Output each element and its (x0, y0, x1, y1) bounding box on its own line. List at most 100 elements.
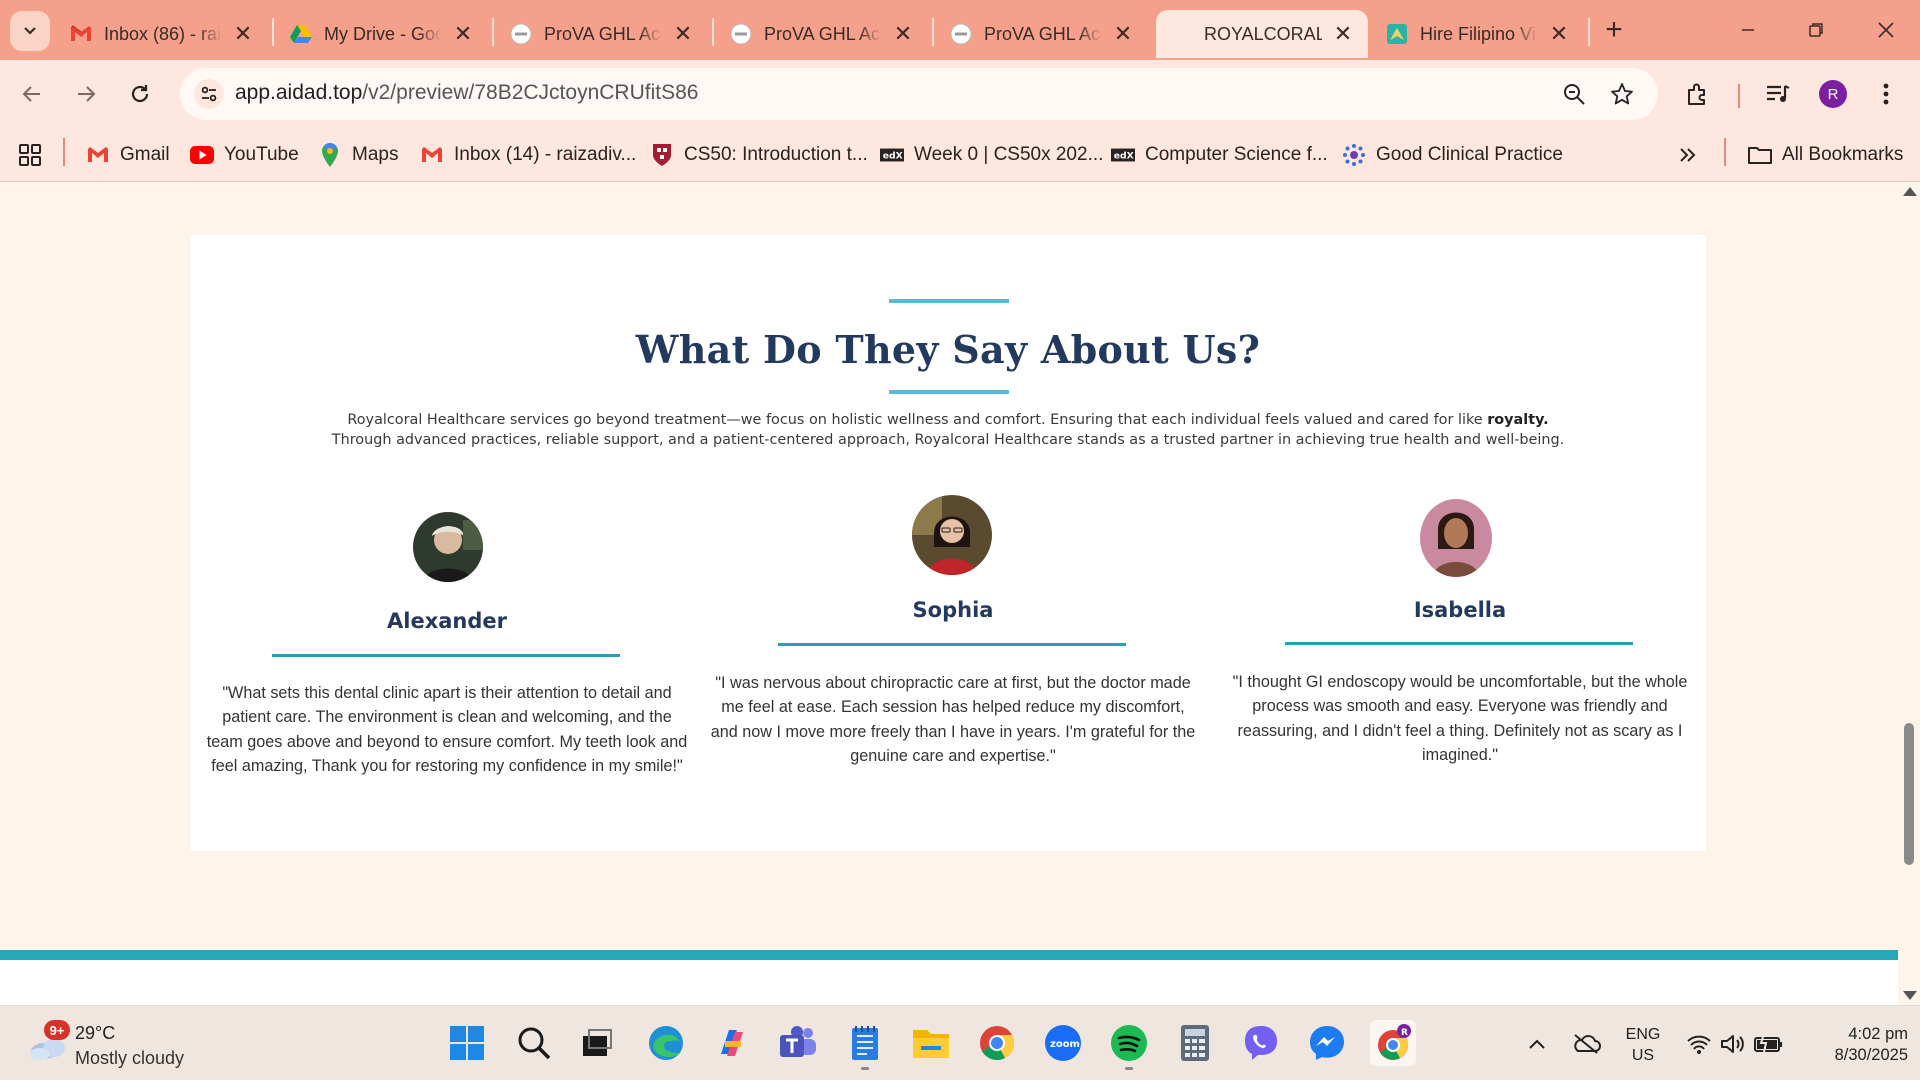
svg-text:zoom: zoom (1050, 1039, 1080, 1050)
testimonial-name: Alexander (387, 609, 507, 633)
kebab-menu-icon[interactable] (1868, 76, 1904, 112)
system-clock[interactable]: 4:02 pm 8/30/2025 (1798, 1024, 1908, 1066)
notepad-icon[interactable] (842, 1020, 888, 1070)
tab-google-drive[interactable]: My Drive - Google Drive ✕ (276, 10, 488, 58)
testimonials-section: What Do They Say About Us? Royalcoral He… (190, 235, 1706, 851)
calculator-icon[interactable] (1172, 1020, 1218, 1066)
bookmark-star-icon[interactable] (1608, 80, 1636, 108)
svg-text:edX: edX (1114, 151, 1134, 162)
close-window-button[interactable] (1856, 8, 1916, 52)
testimonial-card: Isabella "I thought GI endoscopy would b… (1216, 235, 1704, 851)
bookmark-good-clinical-practice[interactable]: Good Clinical Practice (1342, 140, 1563, 170)
zoom-icon[interactable]: zoom (1040, 1020, 1086, 1066)
windows-taskbar: 9+ 29°C Mostly cloudy zoom R ENG US 4:02… (0, 1005, 1920, 1080)
url-path: /v2/preview/78B2CJctoynCRUfitS86 (362, 81, 699, 104)
close-icon[interactable]: ✕ (672, 21, 694, 46)
toolbar-separator (1738, 84, 1740, 108)
reload-button[interactable] (120, 74, 160, 114)
edge-icon[interactable] (643, 1020, 689, 1066)
more-bookmarks-button[interactable] (1678, 140, 1698, 170)
tab-title: ProVA GHL Academy (544, 23, 662, 44)
bookmarks-separator (1724, 138, 1726, 166)
site-info-icon[interactable] (194, 79, 224, 109)
testimonial-quote: "I was nervous about chiropractic care a… (710, 674, 1196, 766)
footer-accent-bar (0, 950, 1898, 960)
teams-icon[interactable] (775, 1020, 821, 1066)
scroll-up-arrow-icon[interactable] (1903, 187, 1917, 196)
url-text[interactable]: app.aidad.top/v2/preview/78B2CJctoynCRUf… (235, 81, 698, 105)
extensions-icon[interactable] (1680, 76, 1716, 112)
page-viewport: What Do They Say About Us? Royalcoral He… (0, 183, 1898, 1005)
spotify-icon[interactable] (1106, 1020, 1152, 1070)
tab-title: Hire Filipino Virtual Assistants (1420, 23, 1538, 44)
task-view-icon[interactable] (574, 1020, 620, 1066)
weather-widget[interactable]: 9+ 29°C Mostly cloudy (22, 1020, 222, 1070)
tab-search-button[interactable] (10, 11, 50, 51)
profile-avatar[interactable]: R (1819, 80, 1847, 108)
close-icon[interactable]: ✕ (892, 21, 914, 46)
tab-separator (932, 18, 934, 46)
bookmark-gmail[interactable]: Gmail (86, 140, 170, 170)
scroll-down-arrow-icon[interactable] (1903, 991, 1917, 1000)
onedrive-offline-icon[interactable] (1568, 1026, 1604, 1062)
chrome-icon[interactable] (974, 1020, 1020, 1066)
bookmark-inbox[interactable]: Inbox (14) - raizadiv... (420, 140, 636, 170)
scroll-thumb[interactable] (1904, 723, 1914, 865)
minimize-button[interactable] (1718, 8, 1778, 52)
avatar (912, 495, 992, 575)
address-bar[interactable]: app.aidad.top/v2/preview/78B2CJctoynCRUf… (180, 68, 1658, 120)
bookmark-computer-science[interactable]: edX Computer Science f... (1111, 140, 1328, 170)
close-icon[interactable]: ✕ (232, 21, 254, 46)
bookmark-youtube[interactable]: YouTube (190, 140, 299, 170)
viber-icon[interactable] (1238, 1020, 1284, 1066)
tab-prova-2[interactable]: ProVA GHL Academy ✕ (716, 10, 928, 58)
wifi-icon[interactable] (1684, 1026, 1714, 1062)
svg-text:edX: edX (883, 151, 903, 162)
tab-prova-1[interactable]: ProVA GHL Academy ✕ (496, 10, 708, 58)
windows-start-icon[interactable] (444, 1020, 490, 1066)
page-scrollbar[interactable] (1898, 183, 1920, 1005)
chrome-profile-icon[interactable]: R (1370, 1020, 1416, 1066)
tab-hire-filipino[interactable]: Hire Filipino Virtual Assistants ✕ (1372, 10, 1584, 58)
reload-icon (131, 85, 149, 103)
messenger-icon[interactable] (1304, 1020, 1350, 1066)
battery-charging-icon[interactable] (1752, 1026, 1786, 1062)
bookmark-label: YouTube (224, 144, 299, 165)
volume-icon[interactable] (1718, 1026, 1748, 1062)
show-hidden-icons-button[interactable] (1522, 1026, 1552, 1062)
testimonial-quote: "What sets this dental clinic apart is t… (206, 684, 688, 776)
tab-royalcoral-active[interactable]: ROYALCORAL ✕ (1156, 10, 1368, 58)
search-icon[interactable] (511, 1020, 557, 1066)
bookmark-week0[interactable]: edX Week 0 | CS50x 202... (880, 140, 1103, 170)
tab-prova-3[interactable]: ProVA GHL Academy ✕ (936, 10, 1148, 58)
close-icon[interactable]: ✕ (1112, 21, 1134, 46)
new-tab-button[interactable]: + (1596, 12, 1632, 48)
testimonial-divider (1285, 642, 1633, 645)
gmail-icon (86, 143, 110, 167)
url-host: app.aidad.top (235, 81, 363, 104)
close-icon[interactable]: ✕ (1548, 21, 1570, 46)
bookmark-cs50[interactable]: CS50: Introduction t... (650, 140, 868, 170)
bookmarks-bar: Gmail YouTube Maps Inbox (14) - raizadiv… (0, 128, 1920, 182)
weather-temp: 29°C (75, 1023, 116, 1043)
language-indicator[interactable]: ENG US (1620, 1024, 1666, 1066)
bookmark-label: Computer Science f... (1145, 144, 1328, 165)
file-explorer-icon[interactable] (908, 1020, 954, 1066)
copilot-icon[interactable] (709, 1020, 755, 1066)
apps-grid-button[interactable] (18, 140, 42, 170)
tab-title: My Drive - Google Drive (324, 23, 442, 44)
bird-icon (1386, 23, 1408, 45)
close-icon[interactable]: ✕ (452, 21, 474, 46)
bookmark-maps[interactable]: Maps (318, 140, 398, 170)
media-controls-icon[interactable] (1760, 76, 1796, 112)
zoom-icon[interactable] (1560, 80, 1588, 108)
back-button[interactable] (12, 74, 52, 114)
restore-button[interactable] (1786, 8, 1846, 52)
forward-button[interactable] (66, 74, 106, 114)
close-icon[interactable]: ✕ (1332, 21, 1354, 46)
notification-badge: 9+ (44, 1020, 70, 1040)
testimonial-quote: "I thought GI endoscopy would be uncomfo… (1232, 673, 1688, 765)
svg-text:R: R (1401, 1028, 1408, 1038)
tab-gmail-inbox[interactable]: Inbox (86) - raizadiv ✕ (56, 10, 268, 58)
all-bookmarks-button[interactable]: All Bookmarks (1748, 140, 1903, 170)
